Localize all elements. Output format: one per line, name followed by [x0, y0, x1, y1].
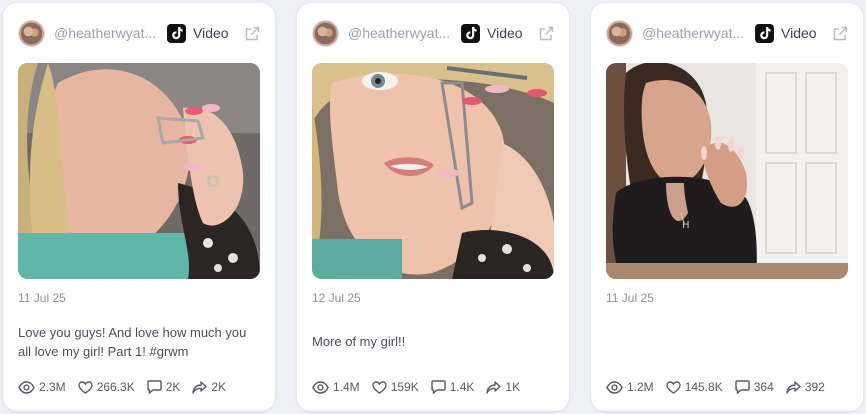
tiktok-icon: [755, 23, 774, 43]
video-thumbnail[interactable]: [18, 63, 260, 279]
eye-icon: [606, 380, 623, 394]
post-card[interactable]: @heatherwyat... Video H 11 Jul 25 1.2M 1…: [591, 3, 863, 411]
likes-stat: 266.3K: [77, 380, 135, 394]
views-stat: 1.4M: [312, 380, 360, 394]
comments-stat: 1.4K: [431, 380, 475, 394]
svg-text:H: H: [682, 220, 690, 231]
card-header: @heatherwyat... Video: [18, 19, 261, 47]
creator-handle[interactable]: @heatherwyat...: [54, 25, 158, 41]
views-count: 1.2M: [627, 380, 654, 394]
post-date: 12 Jul 25: [312, 291, 361, 305]
likes-stat: 159K: [371, 380, 419, 394]
external-link-icon[interactable]: [831, 24, 849, 42]
avatar[interactable]: [18, 19, 45, 47]
comments-stat: 2K: [147, 380, 181, 394]
shares-stat: 2K: [192, 380, 226, 394]
post-date: 11 Jul 25: [606, 291, 654, 305]
comments-stat: 364: [735, 380, 774, 394]
views-count: 2.3M: [39, 380, 66, 394]
card-header: @heatherwyat... Video: [312, 19, 555, 47]
engagement-stats: 1.4M 159K 1.4K 1K: [312, 378, 559, 396]
post-caption: Love you guys! And love how much you all…: [18, 325, 247, 359]
comment-icon: [147, 380, 162, 394]
card-header: @heatherwyat... Video: [606, 19, 849, 47]
share-icon: [786, 380, 801, 394]
heart-icon: [77, 380, 93, 394]
likes-stat: 145.8K: [665, 380, 723, 394]
comment-icon: [431, 380, 446, 394]
external-link-icon[interactable]: [537, 24, 555, 42]
share-icon: [192, 380, 208, 394]
avatar[interactable]: [312, 19, 339, 47]
views-stat: 1.2M: [606, 380, 654, 394]
post-type-label: Video: [487, 25, 523, 41]
comments-count: 2K: [165, 380, 181, 394]
heart-icon: [665, 380, 681, 394]
shares-count: 1K: [505, 380, 521, 394]
views-count: 1.4M: [333, 380, 360, 394]
tiktok-icon: [461, 23, 480, 43]
shares-count: 392: [804, 380, 825, 394]
shares-count: 2K: [211, 380, 227, 394]
comment-icon: [735, 380, 750, 394]
video-thumbnail[interactable]: H: [606, 63, 848, 279]
engagement-stats: 2.3M 266.3K 2K 2K: [18, 378, 265, 396]
eye-icon: [312, 380, 329, 394]
heart-icon: [371, 380, 387, 394]
external-link-icon[interactable]: [243, 24, 261, 42]
comments-count: 1.4K: [449, 380, 475, 394]
likes-count: 266.3K: [96, 380, 135, 394]
engagement-stats: 1.2M 145.8K 364 392: [606, 378, 853, 396]
shares-stat: 392: [786, 380, 825, 394]
creator-handle[interactable]: @heatherwyat...: [642, 25, 746, 41]
eye-icon: [18, 380, 35, 394]
views-stat: 2.3M: [18, 380, 66, 394]
post-card[interactable]: @heatherwyat... Video 11 Jul 25 Love you…: [3, 3, 275, 411]
post-caption: More of my girl!!: [312, 334, 406, 349]
share-icon: [486, 380, 502, 394]
post-date: 11 Jul 25: [18, 291, 66, 305]
comments-count: 364: [753, 380, 774, 394]
tiktok-icon: [167, 23, 186, 43]
post-type-label: Video: [193, 25, 229, 41]
shares-stat: 1K: [486, 380, 520, 394]
likes-count: 145.8K: [684, 380, 723, 394]
video-thumbnail[interactable]: [312, 63, 554, 279]
post-type-label: Video: [781, 25, 817, 41]
creator-handle[interactable]: @heatherwyat...: [348, 25, 452, 41]
likes-count: 159K: [390, 380, 419, 394]
avatar[interactable]: [606, 19, 633, 47]
post-card[interactable]: @heatherwyat... Video 12 Jul 25 More of …: [297, 3, 569, 411]
